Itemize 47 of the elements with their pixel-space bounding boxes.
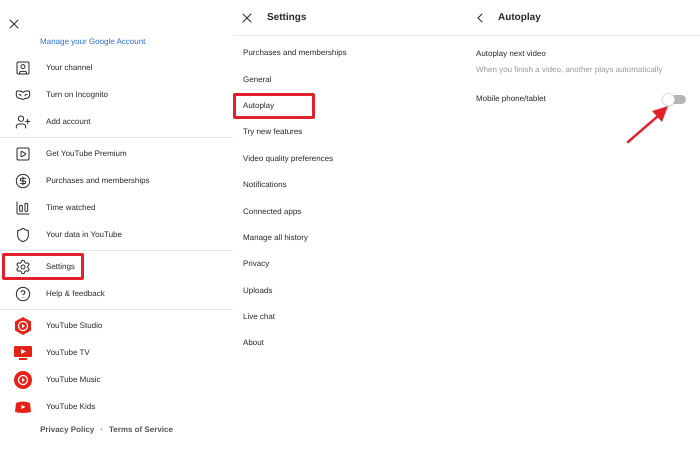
- terms-link[interactable]: Terms of Service: [109, 424, 173, 436]
- menu-item[interactable]: Turn on Incognito: [2, 81, 117, 108]
- section-title: Autoplay next video: [476, 48, 547, 60]
- panel-title: Autoplay: [498, 11, 541, 25]
- studio-app-icon: [14, 316, 32, 334]
- toggle-switch[interactable]: [664, 94, 686, 104]
- menu-item[interactable]: Help & feedback: [2, 280, 114, 307]
- option-row[interactable]: About: [233, 330, 315, 357]
- privacy-link[interactable]: Privacy Policy: [40, 424, 94, 436]
- kids-app-icon: [14, 400, 32, 414]
- help-icon: [15, 286, 31, 302]
- option-row[interactable]: Live chat: [233, 304, 315, 330]
- menu-item[interactable]: YouTube TV: [2, 339, 99, 366]
- menu-item[interactable]: YouTube Studio: [2, 312, 112, 339]
- shield-icon: [15, 226, 31, 242]
- bar-chart-icon: [15, 200, 31, 216]
- option-row[interactable]: Connected apps: [233, 198, 315, 225]
- option-row[interactable]: Manage all history: [233, 224, 315, 252]
- person-square-icon: [15, 60, 31, 76]
- menu-item[interactable]: Settings: [2, 253, 84, 280]
- dollar-icon: [15, 172, 31, 188]
- separator-dot: ·: [100, 424, 104, 436]
- add-person-icon: [15, 114, 31, 130]
- menu-item[interactable]: Purchases and memberships: [2, 167, 159, 194]
- option-row[interactable]: Purchases and memberships: [233, 40, 354, 66]
- play-square-icon: [15, 146, 31, 162]
- option-row[interactable]: General: [233, 66, 315, 93]
- section-description: When you finish a video, another plays automatically: [476, 64, 664, 76]
- option-row[interactable]: Video quality preferences: [233, 146, 340, 172]
- manage-account-link[interactable]: Manage your Google Account: [40, 34, 146, 50]
- menu-item[interactable]: Your channel: [2, 54, 102, 81]
- toggle-label: Mobile phone/tablet: [476, 93, 546, 105]
- panel-title: Settings: [267, 11, 306, 25]
- option-row[interactable]: Autoplay: [233, 92, 315, 120]
- menu-item[interactable]: Add account: [2, 108, 100, 135]
- option-row[interactable]: Notifications: [233, 172, 315, 198]
- option-row[interactable]: Uploads: [233, 278, 315, 304]
- settings-icon: [15, 258, 31, 274]
- menu-item[interactable]: Time watched: [2, 194, 104, 221]
- menu-item[interactable]: Your data in YouTube: [2, 221, 131, 248]
- menu-item[interactable]: Get YouTube Premium: [2, 140, 136, 167]
- tv-app-icon: [14, 346, 32, 360]
- option-row[interactable]: Privacy: [233, 251, 315, 278]
- menu-item[interactable]: YouTube Kids: [2, 393, 104, 420]
- option-row[interactable]: Try new features: [233, 119, 315, 146]
- menu-item[interactable]: YouTube Music: [2, 366, 110, 393]
- music-app-icon: [14, 370, 32, 388]
